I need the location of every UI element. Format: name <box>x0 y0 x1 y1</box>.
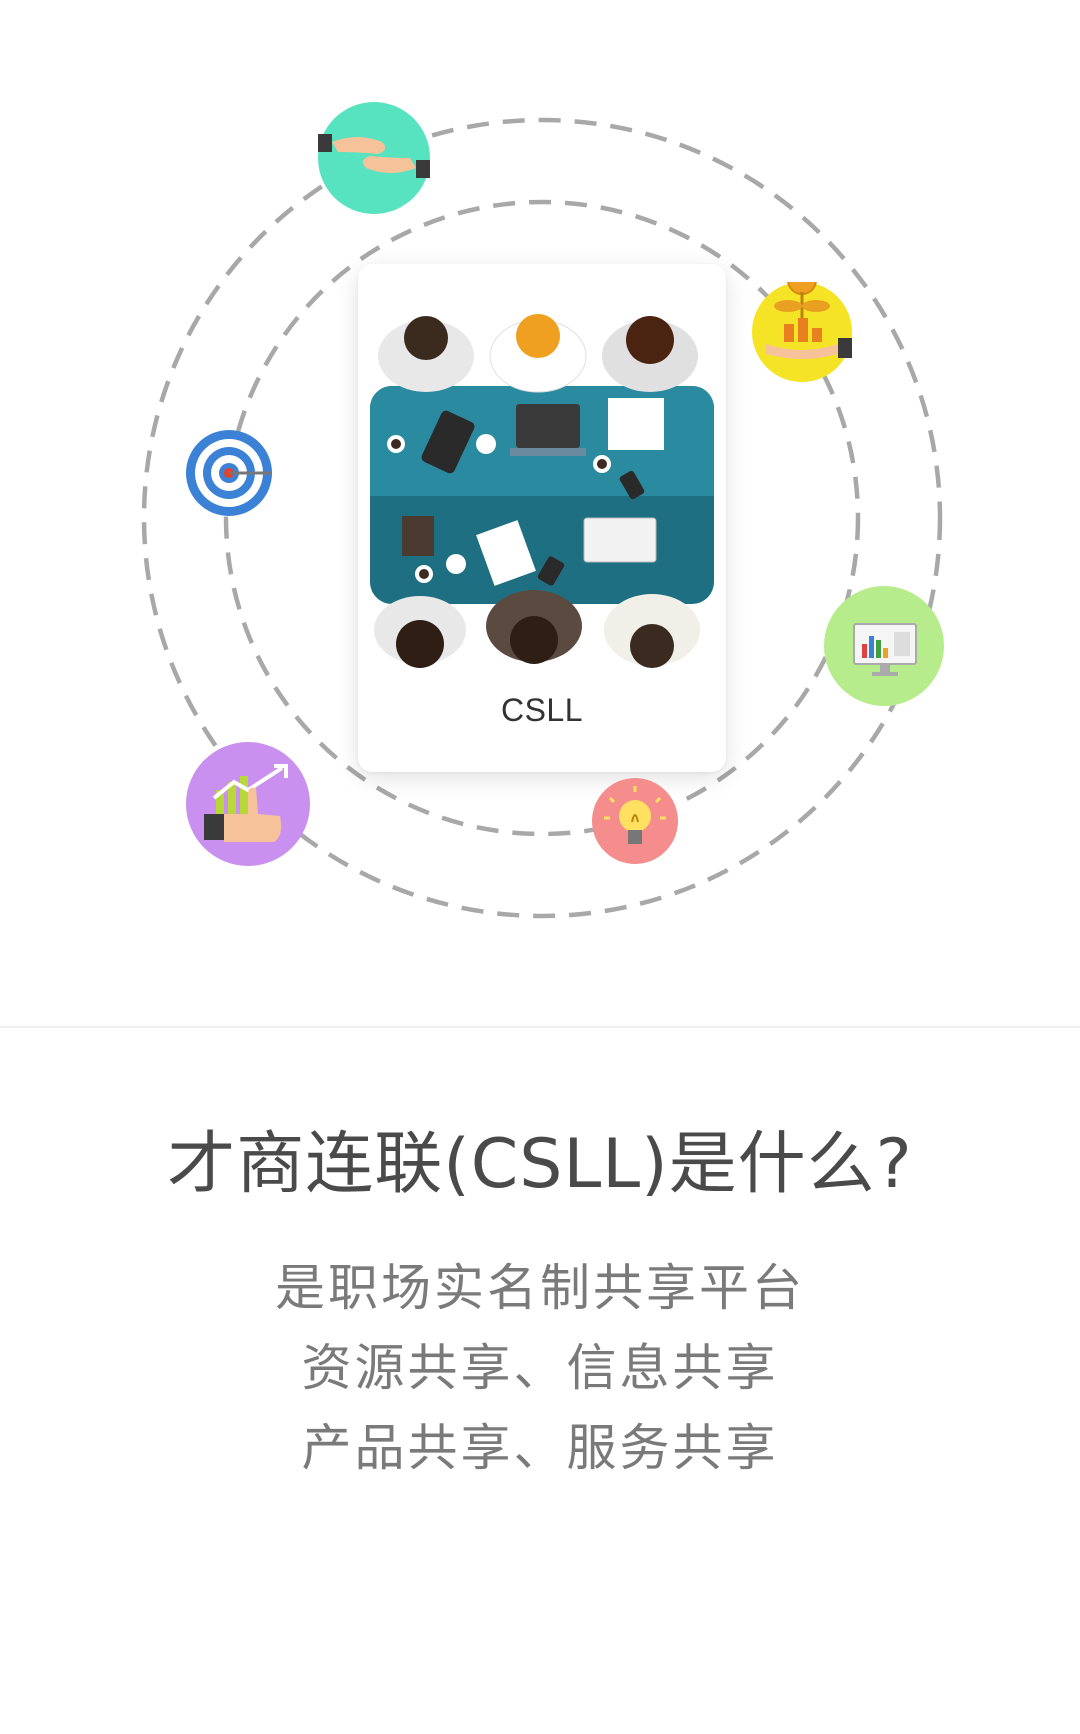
monitor-chart-icon <box>824 586 944 706</box>
intro-line-2: 资源共享、信息共享 <box>301 1339 779 1397</box>
intro-page: CSLL 才商连联(CSLL)是什么? 是职场实名制共享平台 资源共享、信息共享… <box>0 0 1080 1734</box>
handshake-icon <box>318 102 430 214</box>
intro-text-section: 才商连联(CSLL)是什么? 是职场实名制共享平台 资源共享、信息共享 产品共享… <box>0 1028 1080 1734</box>
hero-illustration: CSLL <box>0 0 1080 1028</box>
target-dart-icon <box>186 430 272 516</box>
intro-line-3: 产品共享、服务共享 <box>301 1419 779 1477</box>
meeting-table-illustration <box>370 314 714 668</box>
intro-line-1: 是职场实名制共享平台 <box>275 1259 805 1317</box>
card-label: CSLL <box>500 692 584 728</box>
lightbulb-icon <box>592 778 678 864</box>
intro-title: 才商连联(CSLL)是什么? <box>167 1125 913 1204</box>
meeting-card: CSLL <box>358 264 726 772</box>
thumbs-up-growth-icon <box>186 742 310 866</box>
money-plant-icon <box>752 282 852 382</box>
